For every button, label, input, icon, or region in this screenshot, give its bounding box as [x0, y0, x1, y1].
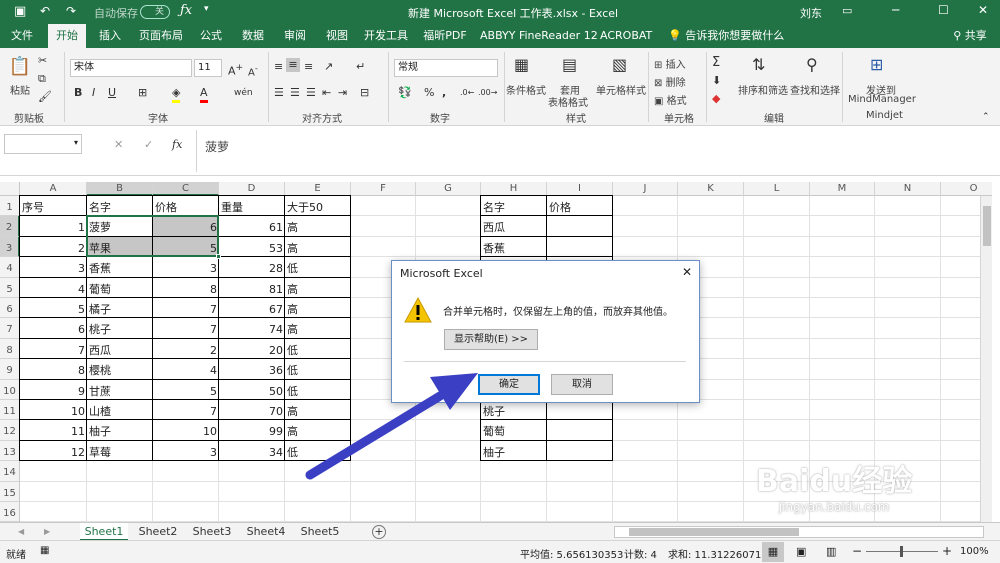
- horizontal-scrollbar[interactable]: [614, 526, 984, 538]
- baidu-watermark: Baidu经验 jingyan.baidu.com: [756, 456, 912, 514]
- zoom-slider-thumb[interactable]: [900, 546, 903, 557]
- sheet-tab-sheet5[interactable]: Sheet5: [296, 523, 344, 541]
- zoom-slider[interactable]: [866, 546, 938, 557]
- sheet-tab-sheet1[interactable]: Sheet1: [80, 523, 128, 541]
- normal-view-icon[interactable]: ▦: [762, 542, 784, 562]
- page-break-view-icon[interactable]: ▥: [826, 545, 836, 558]
- horizontal-scroll-thumb[interactable]: [629, 528, 799, 536]
- average-status[interactable]: 平均值: 5.656130353: [520, 546, 623, 561]
- sheet-tab-bar: ◀ ▶ Sheet1 Sheet2 Sheet3 Sheet4 Sheet5 +: [0, 522, 1000, 541]
- sum-status[interactable]: 求和: 11.31226071: [668, 546, 761, 561]
- zoom-out-icon[interactable]: −: [852, 544, 862, 558]
- excel-window: ▣ ↶ ↷ 自动保存 关 ƒx ▾ 新建 Microsoft Excel 工作表…: [0, 0, 1000, 563]
- accessibility-icon[interactable]: ▦: [40, 545, 49, 556]
- watermark-brand: Baidu经验: [756, 464, 913, 499]
- next-sheet-icon[interactable]: ▶: [44, 525, 50, 539]
- arrow-shaft: [305, 391, 445, 480]
- sheet-tab-sheet3[interactable]: Sheet3: [188, 523, 236, 541]
- status-bar: 就绪 ▦ 平均值: 5.656130353 计数: 4 求和: 11.31226…: [0, 540, 1000, 563]
- ready-status: 就绪: [6, 550, 26, 561]
- sheet-tab-sheet4[interactable]: Sheet4: [242, 523, 290, 541]
- zoom-level[interactable]: 100%: [960, 546, 989, 557]
- zoom-in-icon[interactable]: +: [942, 544, 952, 558]
- page-layout-view-icon[interactable]: ▣: [796, 545, 806, 558]
- add-sheet-icon[interactable]: +: [372, 525, 386, 539]
- count-status[interactable]: 计数: 4: [624, 546, 657, 561]
- sheet-tab-sheet2[interactable]: Sheet2: [134, 523, 182, 541]
- arrow-head: [430, 373, 478, 410]
- prev-sheet-icon[interactable]: ◀: [18, 525, 24, 539]
- watermark-url: jingyan.baidu.com: [778, 500, 890, 514]
